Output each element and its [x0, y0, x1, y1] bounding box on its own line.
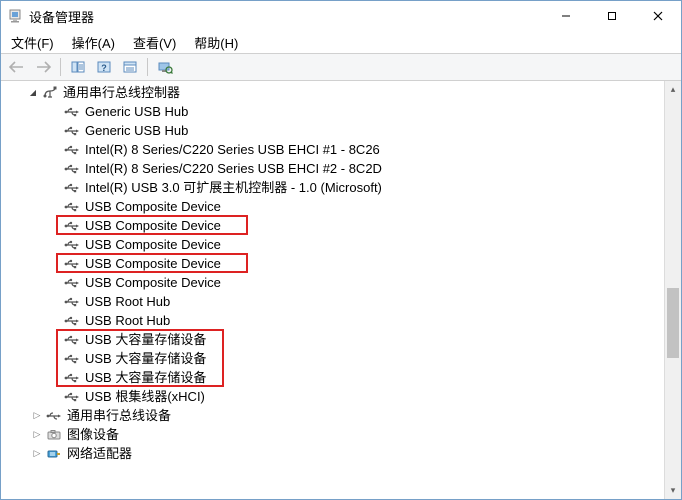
- usb-device-icon: [63, 161, 81, 177]
- vertical-scrollbar[interactable]: ▴ ▾: [664, 81, 681, 499]
- imaging-device-icon: [45, 427, 63, 443]
- device-label: Generic USB Hub: [85, 102, 188, 121]
- device-item[interactable]: USB Root Hub: [5, 292, 664, 311]
- expand-toggle-icon[interactable]: [29, 446, 45, 462]
- category-usb-controllers[interactable]: 通用串行总线控制器: [5, 83, 664, 102]
- scroll-up-arrow-icon[interactable]: ▴: [665, 81, 681, 98]
- network-adapter-icon: [45, 446, 63, 462]
- device-label: USB Composite Device: [85, 254, 221, 273]
- device-item[interactable]: USB Composite Device: [5, 254, 664, 273]
- menu-file[interactable]: 文件(F): [7, 31, 58, 54]
- device-label: USB Composite Device: [85, 273, 221, 292]
- menu-bar: 文件(F) 操作(A) 查看(V) 帮助(H): [1, 31, 681, 53]
- usb-device-icon: [63, 370, 81, 386]
- usb-device-icon: [63, 180, 81, 196]
- usb-device-icon: [63, 313, 81, 329]
- device-label: Generic USB Hub: [85, 121, 188, 140]
- device-label: Intel(R) USB 3.0 可扩展主机控制器 - 1.0 (Microso…: [85, 178, 382, 197]
- show-hidden-button[interactable]: [66, 56, 90, 78]
- back-button[interactable]: [5, 56, 29, 78]
- device-item[interactable]: Generic USB Hub: [5, 121, 664, 140]
- usb-controller-icon: [41, 85, 59, 101]
- expand-toggle-icon[interactable]: [29, 427, 45, 443]
- device-item[interactable]: USB 大容量存储设备: [5, 349, 664, 368]
- toolbar: ?: [1, 53, 681, 81]
- svg-text:?: ?: [101, 63, 107, 73]
- device-label: USB Composite Device: [85, 197, 221, 216]
- minimize-button[interactable]: [543, 1, 589, 31]
- usb-device-category-icon: [45, 408, 63, 424]
- device-item[interactable]: USB Composite Device: [5, 197, 664, 216]
- usb-device-icon: [63, 142, 81, 158]
- device-label: USB 大容量存储设备: [85, 368, 206, 387]
- menu-action[interactable]: 操作(A): [68, 31, 119, 54]
- category-label: 图像设备: [67, 425, 119, 444]
- device-manager-window: 设备管理器 文件(F) 操作(A) 查看(V) 帮助(H): [0, 0, 682, 500]
- device-tree[interactable]: 通用串行总线控制器 Generic USB Hub Generic USB Hu…: [1, 81, 664, 499]
- category-label: 通用串行总线设备: [67, 406, 171, 425]
- device-item[interactable]: USB Composite Device: [5, 216, 664, 235]
- usb-device-icon: [63, 218, 81, 234]
- expand-toggle-icon[interactable]: [29, 408, 45, 424]
- category-label: 通用串行总线控制器: [63, 83, 180, 102]
- device-item[interactable]: Generic USB Hub: [5, 102, 664, 121]
- scroll-track[interactable]: [665, 98, 681, 482]
- device-label: USB 大容量存储设备: [85, 330, 206, 349]
- maximize-button[interactable]: [589, 1, 635, 31]
- title-bar: 设备管理器: [1, 1, 681, 31]
- tree-container: 通用串行总线控制器 Generic USB Hub Generic USB Hu…: [1, 81, 681, 499]
- usb-device-icon: [63, 351, 81, 367]
- menu-help[interactable]: 帮助(H): [190, 31, 242, 54]
- help-button[interactable]: ?: [92, 56, 116, 78]
- device-item[interactable]: USB 大容量存储设备: [5, 368, 664, 387]
- app-icon: [7, 8, 23, 24]
- device-item[interactable]: USB Composite Device: [5, 235, 664, 254]
- expand-toggle-icon[interactable]: [25, 85, 41, 101]
- device-label: USB Composite Device: [85, 235, 221, 254]
- window-title: 设备管理器: [29, 7, 94, 26]
- usb-device-icon: [63, 237, 81, 253]
- forward-button[interactable]: [31, 56, 55, 78]
- menu-view[interactable]: 查看(V): [129, 31, 180, 54]
- usb-device-icon: [63, 389, 81, 405]
- usb-device-icon: [63, 123, 81, 139]
- device-item[interactable]: USB Composite Device: [5, 273, 664, 292]
- category-usb-devices[interactable]: 通用串行总线设备: [5, 406, 664, 425]
- usb-device-icon: [63, 275, 81, 291]
- toolbar-separator: [147, 58, 148, 76]
- device-label: Intel(R) 8 Series/C220 Series USB EHCI #…: [85, 140, 380, 159]
- device-label: USB Composite Device: [85, 216, 221, 235]
- usb-device-icon: [63, 256, 81, 272]
- category-imaging[interactable]: 图像设备: [5, 425, 664, 444]
- usb-device-icon: [63, 199, 81, 215]
- properties-button[interactable]: [118, 56, 142, 78]
- device-item[interactable]: USB 根集线器(xHCI): [5, 387, 664, 406]
- device-label: USB Root Hub: [85, 311, 170, 330]
- device-item[interactable]: USB 大容量存储设备: [5, 330, 664, 349]
- scan-hardware-button[interactable]: [153, 56, 177, 78]
- usb-device-icon: [63, 332, 81, 348]
- device-item[interactable]: Intel(R) USB 3.0 可扩展主机控制器 - 1.0 (Microso…: [5, 178, 664, 197]
- scroll-down-arrow-icon[interactable]: ▾: [665, 482, 681, 499]
- usb-device-icon: [63, 294, 81, 310]
- device-item[interactable]: USB Root Hub: [5, 311, 664, 330]
- usb-device-icon: [63, 104, 81, 120]
- toolbar-separator: [60, 58, 61, 76]
- device-label: Intel(R) 8 Series/C220 Series USB EHCI #…: [85, 159, 382, 178]
- category-label: 网络适配器: [67, 444, 132, 463]
- device-item[interactable]: Intel(R) 8 Series/C220 Series USB EHCI #…: [5, 140, 664, 159]
- device-label: USB 大容量存储设备: [85, 349, 206, 368]
- category-network[interactable]: 网络适配器: [5, 444, 664, 463]
- device-item[interactable]: Intel(R) 8 Series/C220 Series USB EHCI #…: [5, 159, 664, 178]
- device-label: USB 根集线器(xHCI): [85, 387, 205, 406]
- scroll-thumb[interactable]: [667, 288, 679, 358]
- close-button[interactable]: [635, 1, 681, 31]
- device-label: USB Root Hub: [85, 292, 170, 311]
